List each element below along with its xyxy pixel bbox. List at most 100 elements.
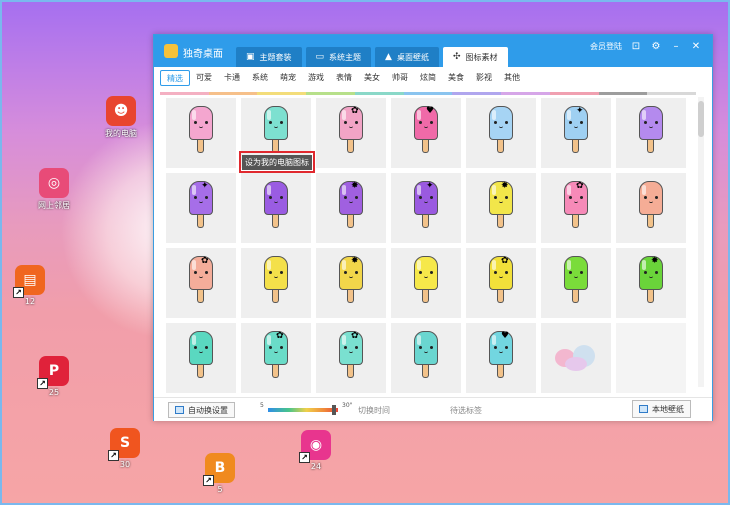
desktop-icon[interactable]: P ↗ 25 (30, 356, 78, 397)
popsicle-icon-tile[interactable]: ✿ (316, 323, 386, 393)
skin-icon[interactable]: ⊡ (630, 41, 642, 52)
popsicle-icon-tile[interactable]: ✸ (316, 248, 386, 318)
scroll-thumb[interactable] (698, 101, 704, 137)
popsicle-stick (572, 215, 579, 228)
empty-tile (616, 323, 686, 393)
window-controls: 会员登陆 ⊡ ⚙ – ✕ (590, 41, 702, 52)
color-segment (549, 92, 599, 95)
popsicle-icon-tile[interactable]: ✿ (241, 323, 311, 393)
popsicle-icon-tile[interactable] (616, 173, 686, 243)
popsicle-stick (422, 290, 429, 303)
popsicle-decoration-icon: ✿ (576, 181, 584, 191)
popsicle-stick (647, 290, 654, 303)
desktop-icon[interactable]: ◉ ↗ 24 (292, 430, 340, 471)
tab-picture[interactable]: ▲ 桌面壁纸 (375, 47, 439, 67)
popsicle-icon-tile[interactable]: ✸ (616, 248, 686, 318)
popsicle-icon: ✸ (337, 256, 365, 308)
desktop-icon-label: 12 (24, 297, 36, 306)
popsicle-icon-tile[interactable]: ✿ (166, 248, 236, 318)
popsicle-icon-tile[interactable]: ✦ (166, 173, 236, 243)
category-tab[interactable]: 精选 (160, 70, 190, 86)
category-tab[interactable]: 美女 (358, 70, 386, 86)
category-tab[interactable]: 游戏 (302, 70, 330, 86)
candy-icon-tile[interactable] (541, 323, 611, 393)
category-tab[interactable]: 其他 (498, 70, 526, 86)
popsicle-icon-tile[interactable]: ✿ (541, 173, 611, 243)
scrollbar[interactable] (698, 97, 704, 387)
desktop-icon-label: 网上邻居 (38, 201, 70, 210)
popsicle-icon-tile[interactable] (166, 323, 236, 393)
auto-change-button[interactable]: 自动换设置 (168, 402, 235, 418)
popsicle-icon: ✿ (337, 106, 365, 158)
popsicle-icon-tile[interactable]: ✦ (541, 98, 611, 168)
popsicle-decoration-icon: ✦ (576, 106, 584, 116)
desktop-icon[interactable]: ☻ 我的电脑 (97, 96, 145, 139)
slider-knob[interactable] (332, 405, 337, 415)
login-link[interactable]: 会员登陆 (590, 41, 622, 52)
popsicle-icon-tile[interactable] (166, 98, 236, 168)
popsicle-icon-tile[interactable] (241, 173, 311, 243)
desktop-icon[interactable]: S ↗ 30 (101, 428, 149, 469)
popsicle-icon-tile[interactable]: ✿ (466, 248, 536, 318)
slider-max-label: 30" (342, 402, 353, 409)
tab-folder[interactable]: ▣ 主题套装 (236, 47, 302, 67)
app-glyph: B (214, 460, 226, 476)
popsicle-icon-tile[interactable] (541, 248, 611, 318)
popsicle-shine (417, 185, 421, 195)
close-icon[interactable]: ✕ (690, 41, 702, 52)
popsicle-icon-tile[interactable] (241, 248, 311, 318)
desktop-icon[interactable]: ▤ ↗ 12 (6, 265, 54, 306)
desktop-icon[interactable]: ◎ 网上邻居 (30, 168, 78, 211)
category-tab[interactable]: 帅哥 (386, 70, 414, 86)
category-tab[interactable]: 影视 (470, 70, 498, 86)
category-tab[interactable]: 炫简 (414, 70, 442, 86)
popsicle-shine (492, 185, 496, 195)
popsicle-stick (272, 215, 279, 228)
category-tab[interactable]: 萌宠 (274, 70, 302, 86)
category-tab[interactable]: 美食 (442, 70, 470, 86)
local-wallpaper-button[interactable]: 本地壁纸 (632, 400, 691, 418)
color-segment (160, 92, 209, 95)
desktop-icon[interactable]: B ↗ 5 (196, 453, 244, 494)
category-tab[interactable]: 表情 (330, 70, 358, 86)
tab-monitor[interactable]: ▭ 系统主题 (305, 47, 372, 67)
popsicle-icon-tile[interactable]: ✸ (466, 173, 536, 243)
shortcut-arrow-icon: ↗ (299, 452, 310, 463)
color-segment (306, 92, 355, 95)
popsicle-icon: ♥ (412, 106, 440, 158)
popsicle-stick (347, 140, 354, 153)
popsicle-icon-tile[interactable] (391, 323, 461, 393)
popsicle-icon-tile[interactable] (391, 248, 461, 318)
popsicle-shine (492, 260, 496, 270)
popsicle-icon-tile[interactable]: ✿ (316, 98, 386, 168)
category-tab[interactable]: 可爱 (190, 70, 218, 86)
popsicle-icon-tile[interactable] (466, 98, 536, 168)
app-logo-icon (164, 44, 178, 58)
popsicle-decoration-icon: ✸ (651, 256, 659, 266)
popsicle-icon: ✿ (337, 331, 365, 383)
popsicle-icon-tile[interactable]: ✸ (316, 173, 386, 243)
gear-icon[interactable]: ⚙ (650, 41, 662, 52)
popsicle-stick (347, 365, 354, 378)
icon-grid: ✿ ♥ ✦ ✦ ✸ ✦ ✸ ✿ ✿ ✸ ✿ ✸ ✿ ✿ ♥ (166, 98, 692, 393)
color-segment (501, 92, 550, 95)
popsicle-stick (572, 140, 579, 153)
app-glyph: ◉ (309, 437, 323, 453)
minimize-icon[interactable]: – (670, 41, 682, 52)
interval-slider[interactable] (268, 405, 338, 415)
popsicle-icon: ✦ (562, 106, 590, 158)
popsicle-stick (347, 215, 354, 228)
popsicle-shine (342, 185, 346, 195)
category-tab[interactable]: 卡通 (218, 70, 246, 86)
wallpaper-icon (639, 405, 648, 413)
slider-min-label: 5 (260, 402, 264, 409)
category-tab[interactable]: 系统 (246, 70, 274, 86)
tab-sparkle[interactable]: ✣ 图标素材 (442, 47, 508, 67)
popsicle-icon-tile[interactable]: ♥ (391, 98, 461, 168)
popsicle-stick (497, 215, 504, 228)
popsicle-icon-tile[interactable]: ♥ (466, 323, 536, 393)
popsicle-shine (492, 110, 496, 120)
popsicle-icon-tile[interactable] (616, 98, 686, 168)
popsicle-icon-tile[interactable]: ✦ (391, 173, 461, 243)
filter-tags-link[interactable]: 待选标签 (450, 405, 482, 416)
